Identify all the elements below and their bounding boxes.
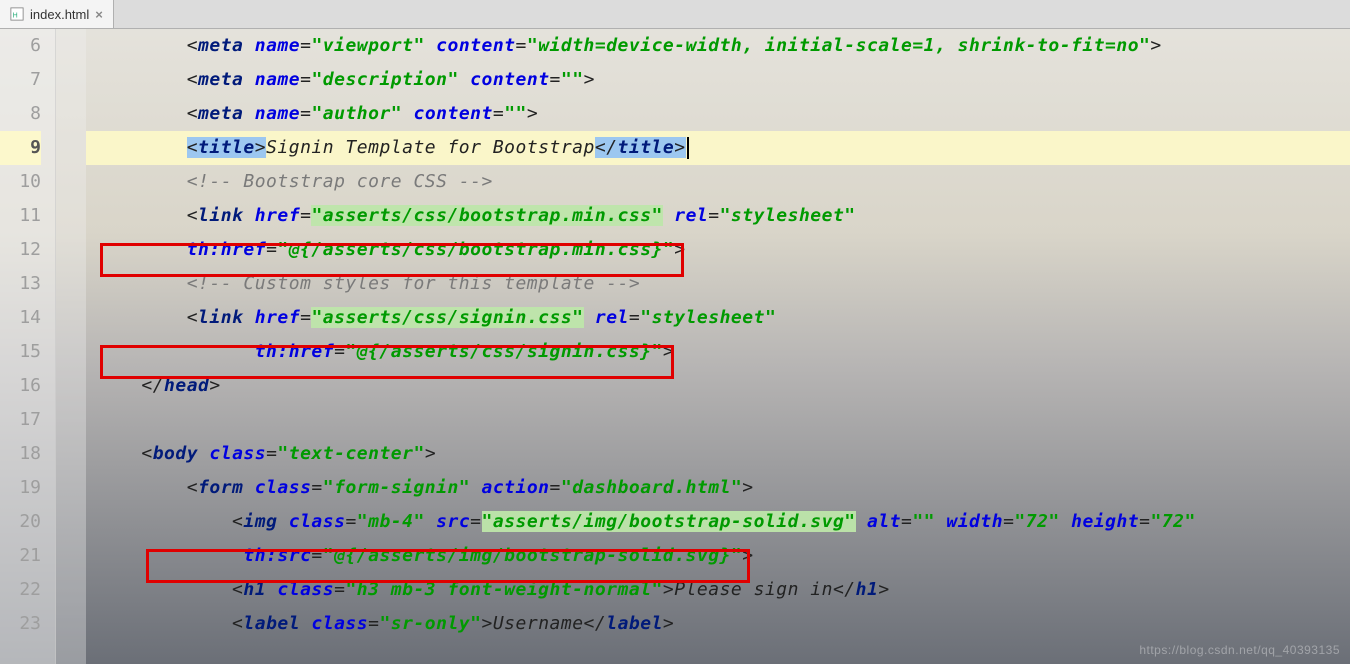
line-number: 14 (0, 301, 41, 335)
file-tab[interactable]: H index.html × (0, 0, 114, 28)
code-editor[interactable]: 67891011121314151617181920212223 <meta n… (0, 29, 1350, 664)
line-number: 9 (0, 131, 41, 165)
line-number-gutter: 67891011121314151617181920212223 (0, 29, 56, 664)
code-line[interactable]: <form class="form-signin" action="dashbo… (86, 471, 1350, 505)
code-line[interactable]: <title>Signin Template for Bootstrap</ti… (86, 131, 1350, 165)
line-number: 17 (0, 403, 41, 437)
tab-bar: H index.html × (0, 0, 1350, 29)
code-line[interactable]: <img class="mb-4" src="asserts/img/boots… (86, 505, 1350, 539)
code-line[interactable]: th:src="@{/asserts/img/bootstrap-solid.s… (86, 539, 1350, 573)
code-line[interactable]: <body class="text-center"> (86, 437, 1350, 471)
code-line[interactable]: th:href="@{/asserts/css/signin.css}"> (86, 335, 1350, 369)
line-number: 11 (0, 199, 41, 233)
code-line[interactable]: <!-- Bootstrap core CSS --> (86, 165, 1350, 199)
code-line[interactable]: </head> (86, 369, 1350, 403)
line-number: 21 (0, 539, 41, 573)
line-number: 23 (0, 607, 41, 641)
code-line[interactable]: <meta name="description" content=""> (86, 63, 1350, 97)
code-line[interactable]: <meta name="author" content=""> (86, 97, 1350, 131)
code-line[interactable] (86, 403, 1350, 437)
line-number: 7 (0, 63, 41, 97)
text-caret (687, 137, 689, 159)
code-line[interactable]: <meta name="viewport" content="width=dev… (86, 29, 1350, 63)
code-line[interactable]: <link href="asserts/css/signin.css" rel=… (86, 301, 1350, 335)
line-number: 16 (0, 369, 41, 403)
line-number: 10 (0, 165, 41, 199)
code-line[interactable]: <!-- Custom styles for this template --> (86, 267, 1350, 301)
line-number: 18 (0, 437, 41, 471)
line-number: 15 (0, 335, 41, 369)
line-number: 13 (0, 267, 41, 301)
code-area[interactable]: <meta name="viewport" content="width=dev… (86, 29, 1350, 664)
fold-column (56, 29, 86, 664)
line-number: 22 (0, 573, 41, 607)
line-number: 20 (0, 505, 41, 539)
code-line[interactable]: <link href="asserts/css/bootstrap.min.cs… (86, 199, 1350, 233)
svg-text:H: H (13, 13, 18, 20)
line-number: 6 (0, 29, 41, 63)
watermark-text: https://blog.csdn.net/qq_40393135 (1139, 643, 1340, 657)
code-line[interactable]: <h1 class="h3 mb-3 font-weight-normal">P… (86, 573, 1350, 607)
code-line[interactable]: <label class="sr-only">Username</label> (86, 607, 1350, 641)
html-file-icon: H (10, 7, 24, 21)
line-number: 19 (0, 471, 41, 505)
line-number: 8 (0, 97, 41, 131)
code-line[interactable]: th:href="@{/asserts/css/bootstrap.min.cs… (86, 233, 1350, 267)
close-icon[interactable]: × (95, 7, 103, 22)
tab-filename: index.html (30, 7, 89, 22)
line-number: 12 (0, 233, 41, 267)
